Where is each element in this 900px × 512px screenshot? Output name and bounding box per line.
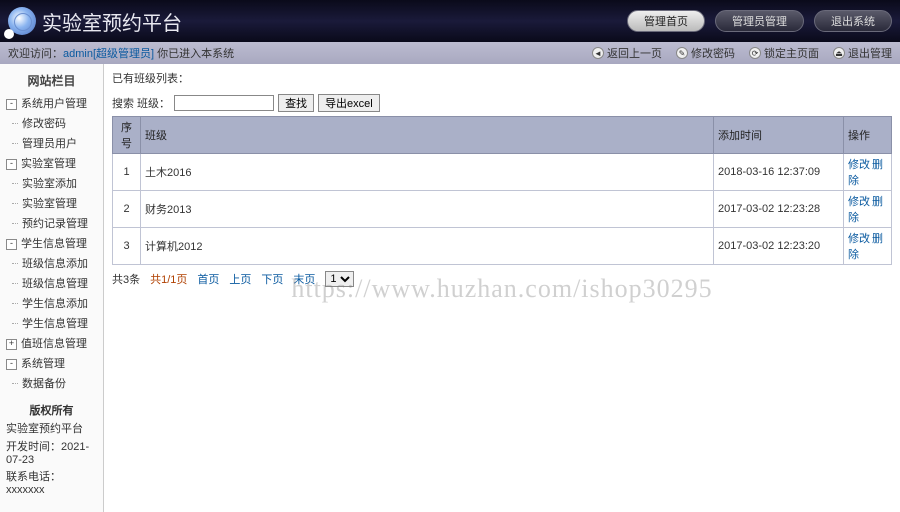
logo-icon — [8, 7, 36, 35]
sidebar-item-change-password[interactable]: 修改密码 — [0, 113, 103, 133]
pager-prev[interactable]: 上页 — [229, 271, 251, 287]
table-row: 2财务20132017-03-02 12:23:28修改删除 — [113, 191, 892, 228]
pager: 共3条 共1/1页 首页 上页 下页 末页 1 — [112, 265, 892, 293]
sidebar-group-student-mgmt[interactable]: 学生信息管理 — [0, 233, 103, 253]
logo: 实验室预约平台 — [8, 7, 182, 36]
col-seq: 序号 — [113, 117, 141, 154]
back-icon: ◄ — [592, 47, 604, 59]
app-title: 实验室预约平台 — [42, 7, 182, 36]
cell-seq: 3 — [113, 228, 141, 265]
sidebar-group-user-mgmt[interactable]: 系统用户管理 — [0, 93, 103, 113]
pager-last[interactable]: 末页 — [293, 271, 315, 287]
pager-total: 共3条 — [112, 271, 140, 287]
pager-first[interactable]: 首页 — [197, 271, 219, 287]
col-ops: 操作 — [844, 117, 892, 154]
nav-home-button[interactable]: 管理首页 — [627, 10, 705, 32]
search-input[interactable] — [174, 95, 274, 111]
cell-ops: 修改删除 — [844, 228, 892, 265]
sidebar-item-lab-manage[interactable]: 实验室管理 — [0, 193, 103, 213]
cell-name: 财务2013 — [141, 191, 714, 228]
sidebar-group-sys-mgmt[interactable]: 系统管理 — [0, 353, 103, 373]
edit-link[interactable]: 修改 — [848, 159, 870, 171]
back-button[interactable]: ◄返回上一页 — [592, 45, 662, 61]
change-password-button[interactable]: ✎修改密码 — [676, 45, 735, 61]
sidebar-group-duty-mgmt[interactable]: 值班信息管理 — [0, 333, 103, 353]
col-name: 班级 — [141, 117, 714, 154]
nav-logout-button[interactable]: 退出系统 — [814, 10, 892, 32]
sidebar-title: 网站栏目 — [0, 68, 103, 93]
main-content: 已有班级列表： 搜索 班级： 查找 导出excel 序号 班级 添加时间 操作 … — [104, 64, 900, 512]
cell-name: 计算机2012 — [141, 228, 714, 265]
sidebar-item-reservation-manage[interactable]: 预约记录管理 — [0, 213, 103, 233]
cell-seq: 1 — [113, 154, 141, 191]
sidebar-footer-heading: 版权所有 — [6, 401, 97, 419]
lock-icon: ⟳ — [749, 47, 761, 59]
edit-link[interactable]: 修改 — [848, 196, 870, 208]
pager-next[interactable]: 下页 — [261, 271, 283, 287]
pager-pages: 共1/1页 — [150, 271, 187, 287]
search-label: 搜索 班级： — [112, 95, 170, 111]
class-table: 序号 班级 添加时间 操作 1土木20162018-03-16 12:37:09… — [112, 116, 892, 265]
sub-toolbar: 欢迎访问：admin[超级管理员] 你已进入本系统 ◄返回上一页 ✎修改密码 ⟳… — [0, 42, 900, 64]
sidebar-site-name: 实验室预约平台 — [6, 419, 97, 437]
sidebar-item-class-manage[interactable]: 班级信息管理 — [0, 273, 103, 293]
search-button[interactable]: 查找 — [278, 94, 314, 112]
cell-time: 2018-03-16 12:37:09 — [714, 154, 844, 191]
cell-seq: 2 — [113, 191, 141, 228]
cell-time: 2017-03-02 12:23:28 — [714, 191, 844, 228]
exit-icon: ⏏ — [833, 47, 845, 59]
sidebar-item-lab-add[interactable]: 实验室添加 — [0, 173, 103, 193]
sidebar-item-student-add[interactable]: 学生信息添加 — [0, 293, 103, 313]
sidebar: 网站栏目 系统用户管理 修改密码 管理员用户 实验室管理 实验室添加 实验室管理… — [0, 64, 104, 512]
sidebar-contact: 联系电话：xxxxxxx — [6, 467, 97, 497]
breadcrumb: 已有班级列表： — [112, 70, 892, 90]
cell-ops: 修改删除 — [844, 154, 892, 191]
sidebar-group-lab-mgmt[interactable]: 实验室管理 — [0, 153, 103, 173]
table-row: 3计算机20122017-03-02 12:23:20修改删除 — [113, 228, 892, 265]
cell-ops: 修改删除 — [844, 191, 892, 228]
welcome-text: 欢迎访问：admin[超级管理员] 你已进入本系统 — [8, 45, 234, 61]
pager-select[interactable]: 1 — [325, 271, 354, 287]
cell-name: 土木2016 — [141, 154, 714, 191]
sidebar-dev-time: 开发时间：2021-07-23 — [6, 437, 97, 467]
sidebar-item-backup[interactable]: 数据备份 — [0, 373, 103, 393]
sidebar-item-class-add[interactable]: 班级信息添加 — [0, 253, 103, 273]
sidebar-item-student-manage[interactable]: 学生信息管理 — [0, 313, 103, 333]
edit-link[interactable]: 修改 — [848, 233, 870, 245]
export-button[interactable]: 导出excel — [318, 94, 380, 112]
lock-button[interactable]: ⟳锁定主页面 — [749, 45, 819, 61]
cell-time: 2017-03-02 12:23:20 — [714, 228, 844, 265]
exit-button[interactable]: ⏏退出管理 — [833, 45, 892, 61]
col-time: 添加时间 — [714, 117, 844, 154]
key-icon: ✎ — [676, 47, 688, 59]
header-bar: 实验室预约平台 管理首页 管理员管理 退出系统 — [0, 0, 900, 42]
current-user-link[interactable]: admin — [63, 48, 93, 60]
table-row: 1土木20162018-03-16 12:37:09修改删除 — [113, 154, 892, 191]
sidebar-item-admin-user[interactable]: 管理员用户 — [0, 133, 103, 153]
nav-admin-button[interactable]: 管理员管理 — [715, 10, 804, 32]
search-bar: 搜索 班级： 查找 导出excel — [112, 90, 892, 116]
